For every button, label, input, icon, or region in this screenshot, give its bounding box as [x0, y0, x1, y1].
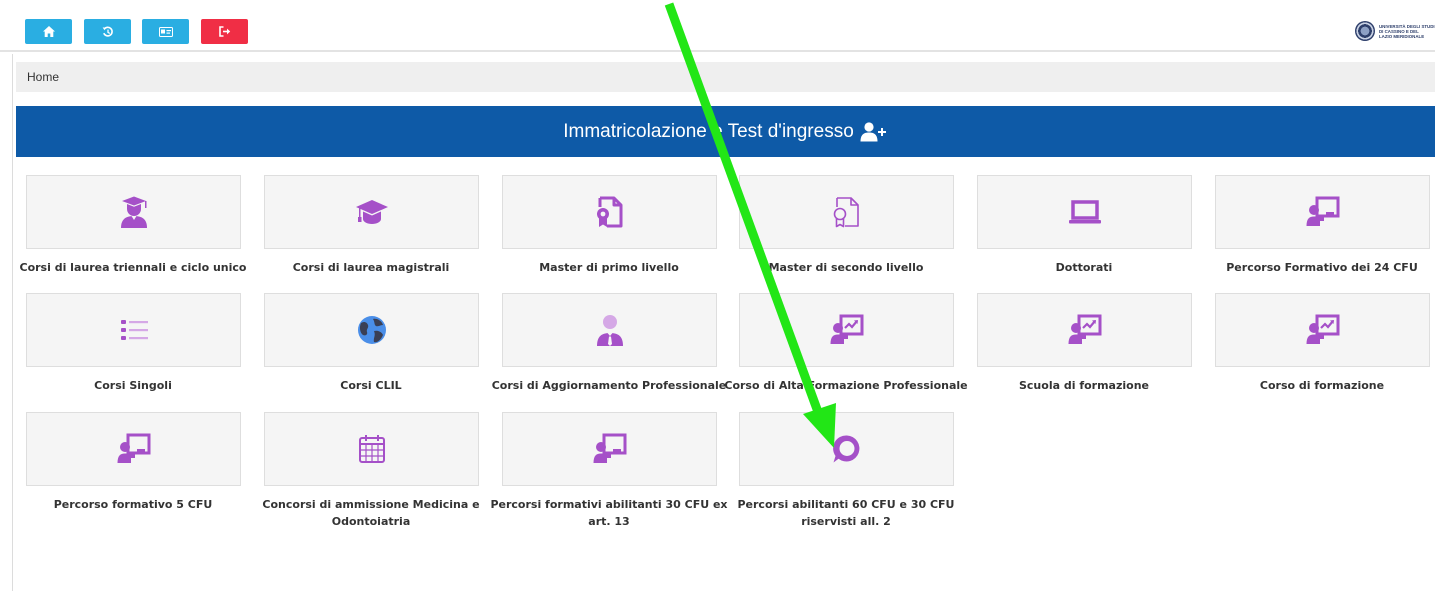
chat-bubble-icon	[832, 435, 859, 463]
tile-label: Corsi di Aggiornamento Professionale	[491, 379, 727, 392]
presentation-chart-icon	[1306, 314, 1339, 344]
tile-corsi-clil[interactable]	[264, 293, 479, 367]
tile-label: Corso di formazione	[1259, 379, 1385, 392]
tile-corso-di-formazione[interactable]	[1215, 293, 1430, 367]
tile-label: Percorsi formativi abilitanti 30 CFU ex …	[490, 498, 728, 528]
presentation-chart-icon	[1068, 314, 1101, 344]
tile-label: Corso di Alta Formazione Professionale	[724, 379, 968, 392]
tile-corso-alta-formazione-professionale[interactable]	[739, 293, 954, 367]
laptop-icon	[1068, 200, 1101, 224]
tile-corsi-aggiornamento-professionale[interactable]	[502, 293, 717, 367]
teacher-board-icon	[117, 433, 150, 463]
tile-label: Dottorati	[1055, 261, 1113, 274]
logout-icon	[218, 26, 230, 37]
tile-master-primo-livello[interactable]	[502, 175, 717, 249]
tile-label: Master di primo livello	[539, 261, 679, 274]
certificate-outline-icon	[833, 197, 859, 228]
graduate-student-icon	[120, 196, 147, 228]
tile-corsi-laurea-magistrali[interactable]	[264, 175, 479, 249]
page-title: Immatricolazione e Test d'ingresso	[563, 120, 854, 142]
teacher-board-icon	[593, 433, 626, 463]
breadcrumb-home-link[interactable]: Home	[27, 70, 59, 84]
tile-corsi-laurea-triennali[interactable]	[26, 175, 241, 249]
history-icon	[102, 26, 113, 37]
globe-icon	[357, 316, 386, 344]
university-logo[interactable]: UNIVERSITÀ DEGLI STUDI DI CASSINO E DEL …	[1355, 18, 1435, 44]
tile-label: Master di secondo livello	[768, 261, 924, 274]
calendar-icon	[358, 435, 385, 463]
tile-label: Corsi di laurea magistrali	[292, 261, 450, 274]
logout-button[interactable]	[201, 19, 248, 44]
tile-label: Percorsi abilitanti 60 CFU e 30 CFU rise…	[737, 498, 955, 528]
tile-corsi-singoli[interactable]	[26, 293, 241, 367]
university-logo-text: UNIVERSITÀ DEGLI STUDI DI CASSINO E DEL …	[1379, 23, 1435, 39]
tile-concorsi-medicina-odontoiatria[interactable]	[264, 412, 479, 486]
tile-label: Percorso formativo 5 CFU	[53, 498, 213, 511]
university-seal-icon	[1355, 21, 1375, 41]
certificate-icon	[596, 196, 622, 228]
tile-percorso-formativo-5-cfu[interactable]	[26, 412, 241, 486]
home-button[interactable]	[25, 19, 72, 44]
breadcrumb: Home	[16, 62, 1435, 92]
tile-label: Percorso Formativo dei 24 CFU	[1226, 261, 1418, 274]
tile-label: Corsi Singoli	[94, 379, 172, 392]
section-banner: Immatricolazione e Test d'ingresso	[16, 106, 1435, 157]
top-toolbar: UNIVERSITÀ DEGLI STUDI DI CASSINO E DEL …	[0, 0, 1435, 52]
id-card-button[interactable]	[142, 19, 189, 44]
list-icon	[120, 320, 148, 340]
tile-percorso-24-cfu[interactable]	[1215, 175, 1430, 249]
tile-master-secondo-livello[interactable]	[739, 175, 954, 249]
id-card-icon	[158, 26, 173, 37]
teacher-board-icon	[1306, 196, 1339, 226]
tile-percorsi-abilitanti-60-cfu[interactable]	[739, 412, 954, 486]
history-button[interactable]	[84, 19, 131, 44]
business-person-icon	[596, 315, 623, 346]
tile-label: Corsi di laurea triennali e ciclo unico	[19, 261, 247, 274]
tile-scuola-di-formazione[interactable]	[977, 293, 1192, 367]
tile-percorsi-formativi-30-cfu[interactable]	[502, 412, 717, 486]
user-plus-icon	[860, 121, 886, 141]
tile-label: Scuola di formazione	[1018, 379, 1149, 392]
graduation-cap-icon	[355, 200, 388, 224]
presentation-chart-icon	[830, 314, 863, 344]
tile-label: Corsi CLIL	[340, 379, 402, 392]
tile-dottorati[interactable]	[977, 175, 1192, 249]
home-icon	[42, 26, 55, 37]
tile-label: Concorsi di ammissione Medicina e Odonto…	[262, 498, 480, 528]
